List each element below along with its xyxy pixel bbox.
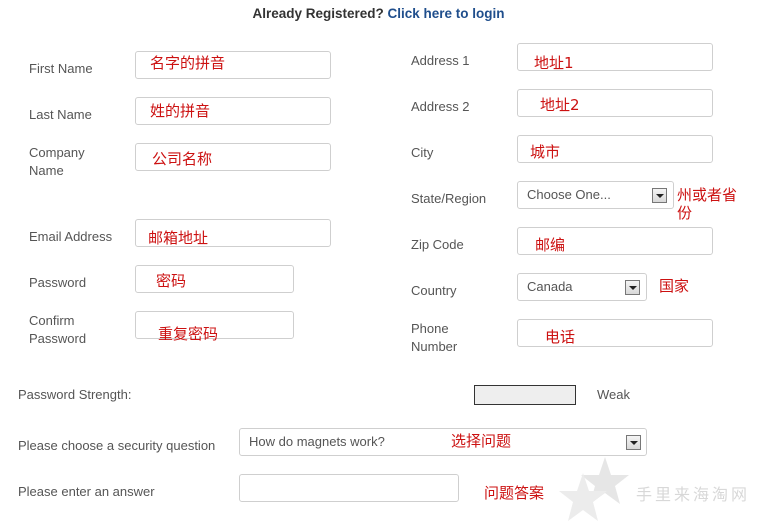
password-strength-label: Password Strength: <box>18 387 132 402</box>
last-name-annotation: 姓的拼音 <box>150 102 211 120</box>
password-annotation: 密码 <box>156 272 187 290</box>
chevron-down-icon[interactable] <box>652 188 667 203</box>
confirm-password-label: Confirm Password <box>29 312 86 348</box>
zip-code-label: Zip Code <box>411 237 464 252</box>
state-region-selected: Choose One... <box>527 187 611 202</box>
last-name-label: Last Name <box>29 107 92 122</box>
state-region-annotation-line1: 州或者省 <box>677 186 738 204</box>
password-strength-meter <box>474 385 576 405</box>
address2-annotation: 地址2 <box>540 96 580 114</box>
already-registered-text: Already Registered? <box>252 6 384 21</box>
star-icon <box>559 457 629 521</box>
state-region-select[interactable]: Choose One... <box>517 181 674 209</box>
phone-number-label-line2: Number <box>411 339 458 354</box>
city-label: City <box>411 145 434 160</box>
city-annotation: 城市 <box>530 143 561 161</box>
country-annotation: 国家 <box>659 277 690 295</box>
watermark-text: 手里来海淘网 <box>636 485 751 504</box>
country-label: Country <box>411 283 457 298</box>
confirm-password-annotation: 重复密码 <box>158 325 219 343</box>
state-region-annotation-line2: 份 <box>677 204 693 222</box>
security-question-select[interactable]: How do magnets work? <box>239 428 647 456</box>
state-region-annotation: 州或者省 份 <box>677 186 737 222</box>
first-name-label: First Name <box>29 61 93 76</box>
phone-number-annotation: 电话 <box>545 328 576 346</box>
security-question-annotation: 选择问题 <box>451 432 512 450</box>
security-answer-input[interactable] <box>239 474 459 502</box>
state-region-label: State/Region <box>411 191 487 206</box>
password-strength-value: Weak <box>597 387 630 402</box>
chevron-down-icon[interactable] <box>626 435 641 450</box>
address2-label: Address 2 <box>411 99 470 114</box>
security-answer-label: Please enter an answer <box>18 484 155 499</box>
zip-code-annotation: 邮编 <box>535 236 566 254</box>
login-prompt: Already Registered? Click here to login <box>0 6 757 21</box>
password-label: Password <box>29 275 87 290</box>
chevron-down-icon[interactable] <box>625 280 640 295</box>
first-name-annotation: 名字的拼音 <box>150 54 226 72</box>
email-annotation: 邮箱地址 <box>148 229 209 247</box>
email-label: Email Address <box>29 229 113 244</box>
company-name-label-line2: Name <box>29 163 64 178</box>
country-select[interactable]: Canada <box>517 273 647 301</box>
phone-number-label-line1: Phone <box>411 321 449 336</box>
country-selected: Canada <box>527 279 573 294</box>
address1-annotation: 地址1 <box>534 54 574 72</box>
security-answer-annotation: 问题答案 <box>484 484 545 502</box>
confirm-password-label-line2: Password <box>29 331 87 346</box>
address1-label: Address 1 <box>411 53 470 68</box>
security-question-selected: How do magnets work? <box>249 434 385 449</box>
login-link[interactable]: Click here to login <box>388 6 505 21</box>
phone-number-label: Phone Number <box>411 320 457 356</box>
company-name-label: Company Name <box>29 144 85 180</box>
confirm-password-label-line1: Confirm <box>29 313 75 328</box>
security-question-label: Please choose a security question <box>18 438 216 453</box>
company-name-label-line1: Company <box>29 145 85 160</box>
company-name-annotation: 公司名称 <box>152 150 213 168</box>
